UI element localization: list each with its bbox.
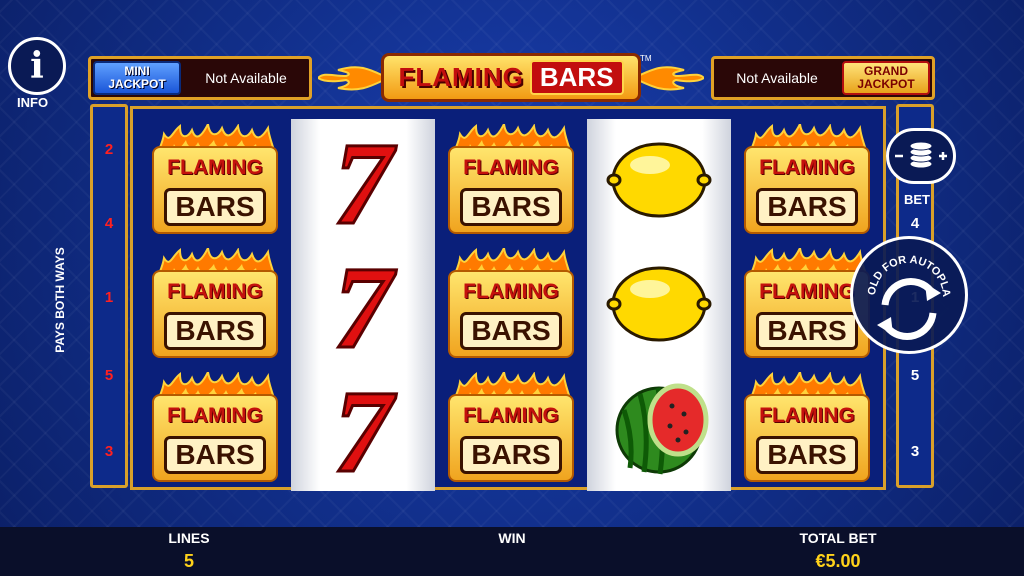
- flaming-bars-plate: FLAMING BARS: [744, 146, 870, 234]
- left-line-number[interactable]: 4: [93, 215, 125, 232]
- flaming-bars-plate: FLAMING BARS: [448, 394, 574, 482]
- flaming-bars-symbol: FLAMING BARS: [740, 124, 874, 236]
- lines-label: LINES: [168, 530, 210, 546]
- symbol-word-bars: BARS: [164, 436, 266, 474]
- watermelon-icon: [615, 383, 709, 475]
- symbol-word-flaming: FLAMING: [167, 156, 263, 179]
- mini-jackpot-value: Not Available: [205, 70, 287, 86]
- left-line-indicator: 2 4 1 5 3: [90, 104, 128, 488]
- seven-glyph: 7: [334, 249, 397, 359]
- symbol-word-flaming: FLAMING: [167, 404, 263, 427]
- reel-cell: FLAMING BARS: [143, 367, 287, 489]
- flaming-bars-plate: FLAMING BARS: [152, 270, 278, 358]
- grand-jackpot-value: Not Available: [736, 70, 818, 86]
- svg-text:HOLD FOR AUTOPLAY: HOLD FOR AUTOPLAY: [853, 239, 952, 298]
- flaming-bars-plate: FLAMING BARS: [448, 270, 574, 358]
- left-line-number[interactable]: 3: [93, 443, 125, 460]
- pays-both-ways-label: PAYS BOTH WAYS: [53, 247, 67, 353]
- info-button[interactable]: i: [8, 37, 66, 95]
- right-line-number[interactable]: 3: [899, 443, 931, 460]
- symbol-word-bars: BARS: [756, 312, 858, 350]
- flaming-bars-symbol: FLAMING BARS: [740, 372, 874, 484]
- reel-cell: [587, 119, 731, 241]
- total-bet-value: €5.00: [815, 551, 861, 571]
- flaming-bars-symbol: FLAMING BARS: [148, 124, 282, 236]
- flaming-bars-symbol: FLAMING BARS: [444, 248, 578, 360]
- symbol-word-flaming: FLAMING: [167, 280, 263, 303]
- seven-symbol: 7: [332, 249, 398, 359]
- game-logo: FLAMING BARS TM: [318, 50, 704, 104]
- symbol-word-bars: BARS: [756, 188, 858, 226]
- reel-area: FLAMING BARS FLAMING BARS FLAMING BARS 7 7 7 FL…: [130, 106, 886, 491]
- symbol-word-flaming: FLAMING: [759, 156, 855, 179]
- reel-cell: FLAMING BARS: [143, 243, 287, 365]
- lemon-icon: [606, 142, 712, 218]
- flaming-bars-plate: FLAMING BARS: [744, 394, 870, 482]
- bet-button[interactable]: [886, 128, 956, 184]
- reel-3: FLAMING BARS FLAMING BARS FLAMING BARS: [439, 119, 583, 491]
- reel-cell: [587, 367, 731, 489]
- symbol-word-bars: BARS: [756, 436, 858, 474]
- bet-label: BET: [904, 192, 930, 207]
- reel-2: 7 7 7: [291, 119, 435, 491]
- reel-4: [587, 119, 731, 491]
- symbol-word-flaming: FLAMING: [759, 404, 855, 427]
- flaming-bars-symbol: FLAMING BARS: [444, 124, 578, 236]
- flaming-bars-plate: FLAMING BARS: [152, 146, 278, 234]
- symbol-word-bars: BARS: [460, 436, 562, 474]
- reel-cell: FLAMING BARS: [735, 367, 879, 489]
- logo-plate: FLAMING BARS TM: [381, 52, 652, 102]
- symbol-word-flaming: FLAMING: [463, 156, 559, 179]
- flaming-bars-symbol: FLAMING BARS: [444, 372, 578, 484]
- flaming-bars-symbol: FLAMING BARS: [148, 372, 282, 484]
- reel-1: FLAMING BARS FLAMING BARS FLAMING BARS: [143, 119, 287, 491]
- grand-jackpot-badge: GRAND JACKPOT: [842, 61, 930, 95]
- symbol-word-bars: BARS: [164, 188, 266, 226]
- flaming-bars-plate: FLAMING BARS: [448, 146, 574, 234]
- grand-jackpot-panel: Not Available GRAND JACKPOT: [711, 56, 935, 100]
- right-line-number[interactable]: 4: [899, 215, 931, 232]
- mini-jackpot-badge: MINI JACKPOT: [93, 61, 181, 95]
- logo-right-flame-icon: [634, 66, 704, 91]
- logo-word-bars: BARS: [529, 59, 624, 95]
- lemon-icon: [606, 266, 712, 342]
- seven-symbol: 7: [332, 373, 398, 483]
- reel-cell: FLAMING BARS: [143, 119, 287, 241]
- right-line-number[interactable]: 5: [899, 367, 931, 384]
- reel-cell: FLAMING BARS: [439, 367, 583, 489]
- symbol-word-bars: BARS: [460, 188, 562, 226]
- reel-cell: 7: [291, 119, 435, 241]
- left-line-number[interactable]: 5: [93, 367, 125, 384]
- total-bet-label: TOTAL BET: [799, 530, 877, 546]
- reel-cell: 7: [291, 367, 435, 489]
- logo-word-flaming: FLAMING: [398, 61, 524, 92]
- win-label: WIN: [498, 530, 526, 546]
- seven-glyph: 7: [334, 373, 397, 483]
- left-line-number[interactable]: 1: [93, 289, 125, 306]
- seven-glyph: 7: [334, 125, 397, 235]
- flaming-bars-plate: FLAMING BARS: [152, 394, 278, 482]
- reel-cell: 7: [291, 243, 435, 365]
- coin-stack-icon: [895, 141, 947, 169]
- info-label: INFO: [17, 95, 49, 110]
- spin-arrows-icon: HOLD FOR AUTOPLAY: [849, 230, 952, 340]
- seven-symbol: 7: [332, 125, 398, 235]
- reel-cell: [587, 243, 731, 365]
- logo-left-flame-icon: [318, 66, 388, 91]
- symbol-word-bars: BARS: [460, 312, 562, 350]
- reel-cell: FLAMING BARS: [439, 119, 583, 241]
- logo-trademark: TM: [639, 53, 652, 63]
- autoplay-label: HOLD FOR AUTOPLAY: [849, 230, 952, 298]
- symbol-word-flaming: FLAMING: [463, 280, 559, 303]
- spin-autoplay-button[interactable]: HOLD FOR AUTOPLAY: [849, 230, 968, 354]
- lines-value: 5: [183, 551, 194, 571]
- symbol-word-bars: BARS: [164, 312, 266, 350]
- reel-cell: FLAMING BARS: [735, 119, 879, 241]
- flaming-bars-symbol: FLAMING BARS: [148, 248, 282, 360]
- left-line-number[interactable]: 2: [93, 141, 125, 158]
- mini-jackpot-panel: MINI JACKPOT Not Available: [88, 56, 312, 100]
- info-icon: i: [30, 45, 44, 87]
- symbol-word-flaming: FLAMING: [463, 404, 559, 427]
- reel-cell: FLAMING BARS: [439, 243, 583, 365]
